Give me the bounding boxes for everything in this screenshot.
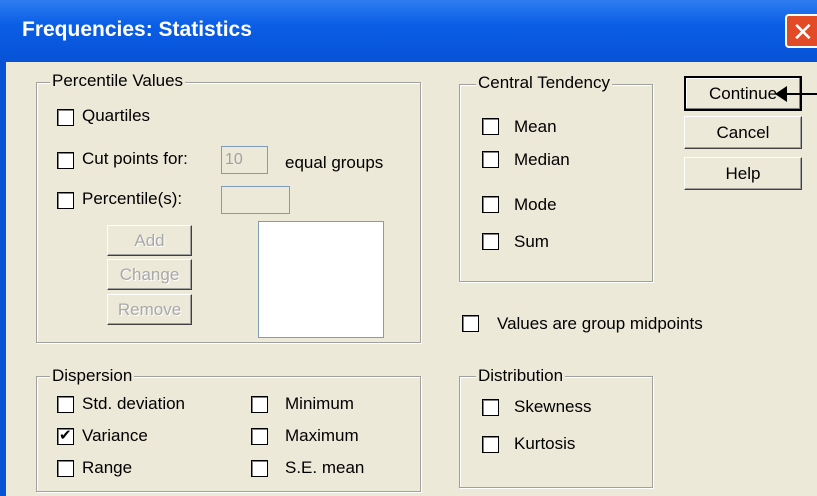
quartiles-label: Quartiles — [82, 106, 151, 125]
remove-button[interactable]: Remove — [107, 294, 192, 325]
std-deviation-checkbox[interactable] — [57, 396, 74, 413]
kurtosis-label: Kurtosis — [514, 434, 576, 453]
mean-checkbox[interactable] — [482, 118, 499, 135]
cut-points-label: Cut points for: — [82, 149, 188, 168]
central-tendency-group — [459, 84, 653, 282]
close-icon: ✕ — [792, 17, 814, 47]
quartiles-checkbox[interactable] — [57, 109, 74, 126]
range-label: Range — [82, 458, 133, 477]
percentile-values-label: Percentile Values — [50, 71, 186, 91]
median-checkbox[interactable] — [482, 151, 499, 168]
group-midpoints-checkbox[interactable] — [462, 315, 479, 332]
mode-checkbox[interactable] — [482, 196, 499, 213]
add-button[interactable]: Add — [107, 225, 192, 256]
cut-points-input[interactable]: 10 — [221, 146, 268, 174]
window-title: Frequencies: Statistics — [22, 18, 252, 41]
distribution-label: Distribution — [476, 366, 566, 386]
skewness-checkbox[interactable] — [482, 399, 499, 416]
close-button[interactable]: ✕ — [785, 14, 817, 48]
minimum-checkbox[interactable] — [251, 396, 268, 413]
percentile-input[interactable] — [221, 186, 290, 214]
title-bar: Frequencies: Statistics ✕ — [0, 0, 817, 62]
window-border — [0, 62, 6, 496]
maximum-label: Maximum — [285, 426, 359, 445]
minimum-label: Minimum — [285, 394, 354, 413]
cancel-button[interactable]: Cancel — [684, 116, 802, 149]
group-midpoints-label: Values are group midpoints — [497, 314, 703, 333]
mean-label: Mean — [514, 117, 557, 136]
std-deviation-label: Std. deviation — [82, 394, 186, 413]
sum-label: Sum — [514, 232, 549, 251]
mode-label: Mode — [514, 195, 557, 214]
se-mean-checkbox[interactable] — [251, 460, 268, 477]
percentile-list[interactable] — [258, 221, 384, 338]
dispersion-label: Dispersion — [50, 366, 135, 386]
variance-checkbox[interactable] — [57, 426, 74, 445]
cut-points-checkbox[interactable] — [57, 152, 74, 169]
distribution-group — [459, 376, 653, 488]
range-checkbox[interactable] — [57, 460, 74, 477]
skewness-label: Skewness — [514, 397, 592, 416]
pointer-arrow-icon — [775, 86, 787, 102]
percentiles-label: Percentile(s): — [82, 189, 183, 208]
change-button[interactable]: Change — [107, 259, 192, 290]
variance-label: Variance — [82, 426, 148, 445]
central-tendency-label: Central Tendency — [476, 73, 612, 93]
sum-checkbox[interactable] — [482, 233, 499, 250]
equal-groups-label: equal groups — [285, 153, 384, 172]
pointer-arrow-line — [785, 93, 817, 95]
se-mean-label: S.E. mean — [285, 458, 365, 477]
help-button[interactable]: Help — [684, 157, 802, 190]
kurtosis-checkbox[interactable] — [482, 436, 499, 453]
maximum-checkbox[interactable] — [251, 428, 268, 445]
percentiles-checkbox[interactable] — [57, 192, 74, 209]
median-label: Median — [514, 150, 570, 169]
